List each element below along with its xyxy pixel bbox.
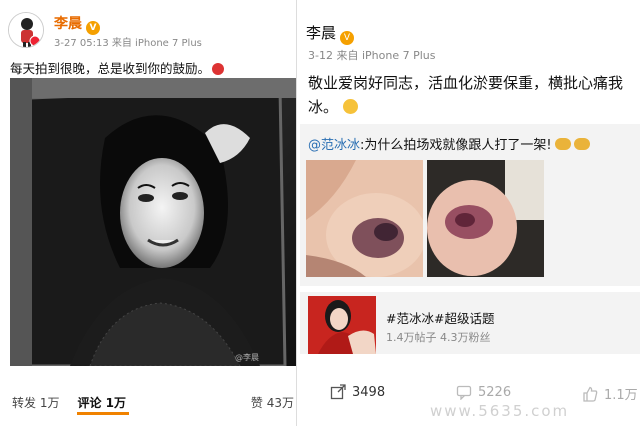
author-name[interactable]: 李晨 V (54, 13, 100, 35)
topic-thumbnail (308, 296, 376, 354)
avatar-figure-icon (9, 13, 43, 47)
bruised-elbow-image (427, 160, 544, 277)
repost-icon (330, 384, 346, 400)
bruised-knee-image (306, 160, 426, 277)
active-tab-indicator (77, 412, 129, 415)
bw-portrait-image: @李晨 (10, 78, 296, 366)
repost-button[interactable]: 3498 (330, 384, 385, 400)
post-text: 敬业爱岗好同志，活血化淤要保重，横批心痛我 冰。 (308, 74, 624, 116)
emoji-icon (573, 138, 590, 150)
repost-button[interactable]: 转发 1万 (0, 394, 59, 411)
left-weibo-post: 李晨 V 3-27 05:13 来自 iPhone 7 Plus 每天拍到很晚，总… (0, 0, 297, 426)
comment-button[interactable]: 5226 (456, 384, 511, 400)
post-text: 每天拍到很晚，总是收到你的鼓励。 (10, 58, 225, 77)
topic-title: #范冰冰#超级话题 (386, 311, 495, 326)
emoji-icon (342, 99, 358, 114)
author-name[interactable]: 李晨 V (306, 22, 355, 45)
emoji-icon (212, 63, 225, 75)
like-button[interactable]: 1.1万 (582, 384, 638, 403)
vip-badge-icon: V (86, 21, 100, 35)
post-photo[interactable]: @李晨 (10, 78, 296, 366)
comment-icon (456, 385, 472, 400)
reposted-content[interactable]: @范冰冰:为什么拍场戏就像跟人打了一架! (300, 124, 640, 300)
repost-image-1[interactable] (306, 160, 426, 277)
mention-link[interactable]: @范冰冰 (308, 138, 360, 153)
repost-image-2[interactable] (427, 160, 544, 277)
repost-text: @范冰冰:为什么拍场戏就像跟人打了一架! (308, 134, 590, 153)
topic-portrait-image (308, 296, 376, 354)
comment-tab[interactable]: 评论 1万 (59, 394, 126, 411)
post-meta: 3-12 来自 iPhone 7 Plus (308, 49, 436, 62)
topic-stats: 1.4万帖子 4.3万粉丝 (386, 331, 491, 344)
site-watermark: www.5635.com (430, 402, 570, 420)
photo-watermark: @李晨 (235, 352, 259, 362)
vip-badge-icon: V (340, 31, 355, 45)
thumbs-up-icon (583, 386, 598, 402)
author-avatar[interactable] (8, 12, 44, 48)
like-button[interactable]: 赞 43万 (251, 394, 294, 411)
emoji-icon (554, 138, 571, 150)
right-weibo-post: 李晨 V 3-12 来自 iPhone 7 Plus 敬业爱岗好同志，活血化淤要保… (300, 0, 640, 426)
post-meta: 3-27 05:13 来自 iPhone 7 Plus (54, 38, 202, 49)
super-topic-card[interactable]: #范冰冰#超级话题 1.4万帖子 4.3万粉丝 (300, 286, 640, 354)
